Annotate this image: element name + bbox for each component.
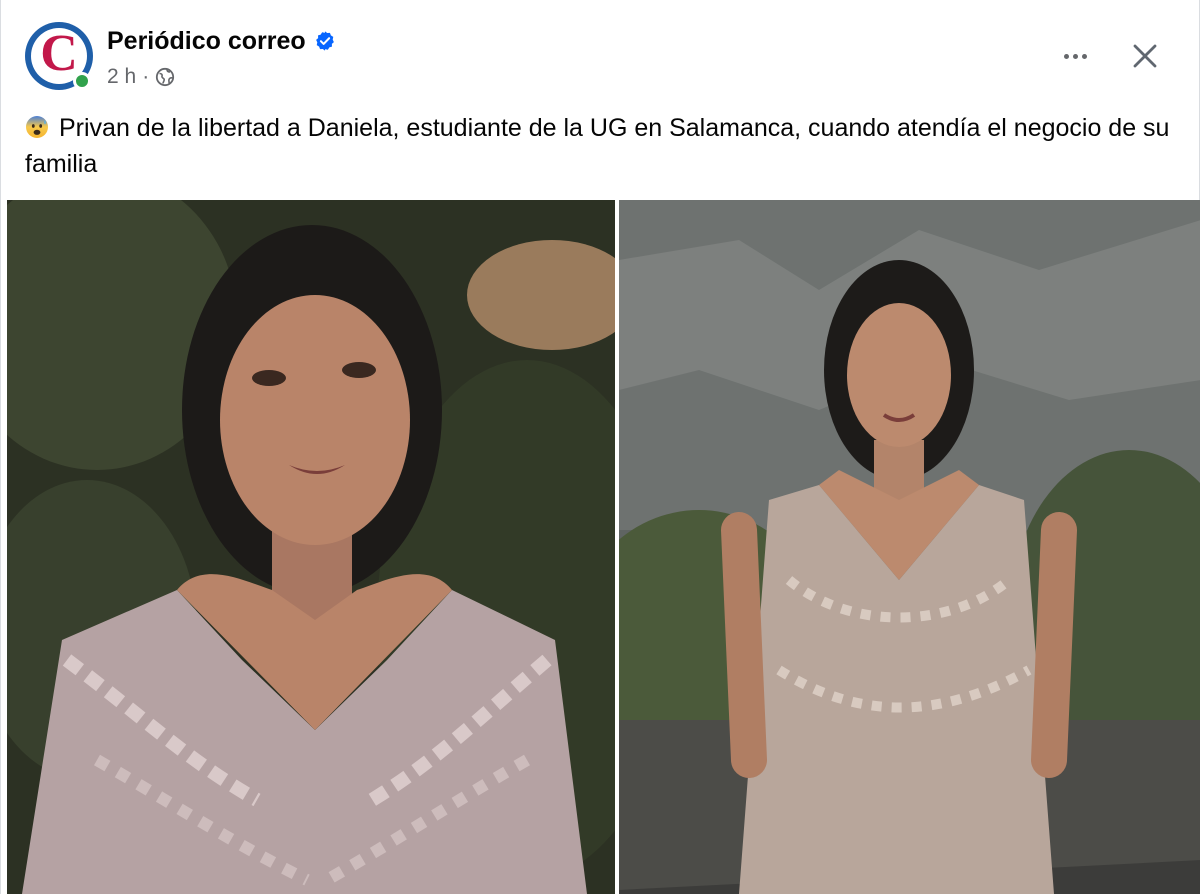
page-name-row: Periódico correo (107, 26, 336, 56)
post-text-content: Privan de la libertad a Daniela, estudia… (25, 114, 1170, 178)
post-meta: 2 h · (107, 64, 175, 90)
globe-icon[interactable] (155, 67, 175, 87)
more-dot (1063, 53, 1069, 59)
verified-badge-icon (315, 31, 334, 51)
meta-separator: · (142, 65, 150, 88)
page-name-link[interactable]: Periódico correo (107, 26, 306, 56)
photo-left[interactable] (7, 200, 615, 894)
anxious-face-emoji-icon (26, 116, 48, 138)
more-options-button[interactable] (1053, 36, 1097, 76)
post-card: C Periódico correo 2 h · Privan de la li… (0, 0, 1200, 894)
photo-woman-standing-dress (619, 200, 1200, 894)
post-header: C Periódico correo 2 h · (1, 0, 1200, 100)
close-button[interactable] (1125, 36, 1165, 76)
photo-right[interactable] (619, 200, 1200, 894)
avatar-logo-letter: C (40, 25, 78, 82)
photo-woman-portrait-closeup (7, 200, 615, 894)
close-icon (1133, 44, 1157, 68)
more-dot (1081, 53, 1087, 59)
more-dot (1072, 53, 1078, 59)
photo-grid (7, 200, 1200, 894)
post-timestamp[interactable]: 2 h (107, 64, 136, 90)
post-text: Privan de la libertad a Daniela, estudia… (25, 110, 1185, 182)
online-status-dot (73, 72, 91, 90)
